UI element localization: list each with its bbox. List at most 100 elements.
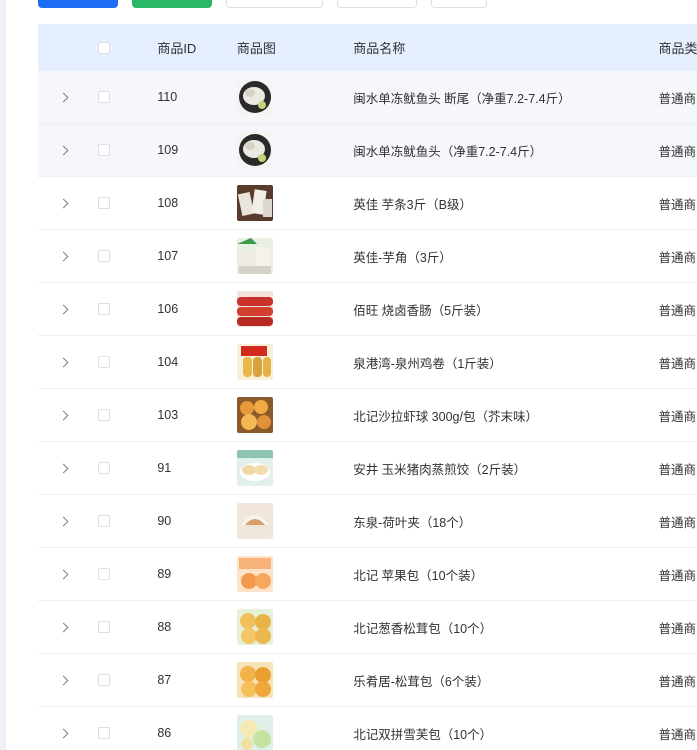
checkbox-cell bbox=[97, 621, 158, 633]
table-row[interactable]: 108 英佳 芋条3斤（B级） 普通商 bbox=[38, 177, 697, 230]
product-type-cell: 普通商 bbox=[658, 303, 696, 318]
table-row[interactable]: 87 乐肴居-松茸包（6个装） 普通商 bbox=[38, 654, 697, 707]
snow-puff-bun-image-icon[interactable] bbox=[236, 715, 273, 750]
primary-action-button[interactable] bbox=[38, 0, 118, 8]
matsutake-bun-image-icon[interactable] bbox=[236, 662, 273, 698]
expand-cell bbox=[38, 251, 98, 261]
row-checkbox[interactable] bbox=[97, 674, 110, 686]
taro-strips-image-icon[interactable] bbox=[236, 185, 273, 221]
product-id-cell: 104 bbox=[157, 355, 179, 369]
table-row[interactable]: 90 东泉-荷叶夹（18个） 普通商 bbox=[38, 495, 697, 548]
select-all-checkbox[interactable] bbox=[97, 41, 110, 54]
toolbar-button-3[interactable] bbox=[431, 0, 487, 8]
row-checkbox[interactable] bbox=[97, 197, 110, 209]
expand-cell bbox=[38, 304, 98, 314]
product-id-cell: 90 bbox=[157, 514, 172, 528]
checkbox-cell bbox=[97, 144, 158, 156]
checkbox-cell bbox=[97, 250, 158, 262]
table-row[interactable]: 107 英佳-芋角（3斤） 普通商 bbox=[38, 230, 697, 283]
table-row[interactable]: 91 安井 玉米猪肉蒸煎饺（2斤装） 普通商 bbox=[38, 442, 697, 495]
row-checkbox[interactable] bbox=[97, 356, 110, 368]
product-id-cell: 106 bbox=[157, 302, 179, 316]
table-row[interactable]: 106 佰旺 烧卤香肠（5斤装） 普通商 bbox=[38, 283, 697, 336]
row-checkbox[interactable] bbox=[97, 621, 110, 633]
header-product-name: 商品名称 bbox=[353, 41, 406, 56]
checkbox-cell bbox=[97, 515, 158, 527]
shrimp-ball-image-icon[interactable] bbox=[236, 397, 273, 433]
table-row[interactable]: 86 北记双拼雪芙包（10个） 普通商 bbox=[38, 707, 697, 750]
checkbox-cell bbox=[97, 303, 158, 315]
product-type-cell: 普通商 bbox=[658, 356, 696, 371]
product-name-cell: 北记葱香松茸包（10个） bbox=[353, 621, 493, 636]
row-checkbox[interactable] bbox=[97, 144, 110, 156]
checkbox-cell bbox=[97, 409, 158, 421]
chevron-right-icon[interactable] bbox=[58, 463, 69, 473]
sausage-image-icon[interactable] bbox=[236, 291, 273, 327]
chevron-right-icon[interactable] bbox=[58, 357, 69, 367]
product-id-cell: 87 bbox=[157, 673, 172, 687]
header-product-id[interactable]: 商品ID bbox=[157, 38, 237, 57]
product-image-cell bbox=[236, 662, 353, 698]
product-name-cell: 北记 苹果包（10个装） bbox=[353, 568, 484, 583]
chicken-roll-image-icon[interactable] bbox=[236, 344, 273, 380]
toolbar-button-2[interactable] bbox=[337, 0, 417, 8]
expand-cell bbox=[38, 92, 98, 102]
chevron-right-icon[interactable] bbox=[58, 145, 69, 155]
checkbox-cell bbox=[97, 91, 158, 103]
table-row[interactable]: 104 泉港湾-泉州鸡卷（1斤装） 普通商 bbox=[38, 336, 697, 389]
product-name-cell: 佰旺 烧卤香肠（5斤装） bbox=[353, 303, 489, 318]
table-row[interactable]: 88 北记葱香松茸包（10个） 普通商 bbox=[38, 601, 697, 654]
table-row[interactable]: 89 北记 苹果包（10个装） 普通商 bbox=[38, 548, 697, 601]
squid-head-image-icon[interactable] bbox=[236, 132, 273, 168]
product-type-cell: 普通商 bbox=[658, 250, 696, 265]
matsutake-bun-image-icon[interactable] bbox=[236, 609, 273, 645]
apple-bun-image-icon[interactable] bbox=[236, 556, 273, 592]
expand-cell bbox=[38, 198, 98, 208]
expand-cell bbox=[38, 410, 98, 420]
taro-corner-image-icon[interactable] bbox=[236, 238, 273, 274]
row-checkbox[interactable] bbox=[97, 515, 110, 527]
squid-head-image-icon[interactable] bbox=[236, 79, 273, 115]
row-checkbox[interactable] bbox=[97, 91, 110, 103]
product-type-cell: 普通商 bbox=[658, 409, 696, 424]
header-product-image: 商品图 bbox=[236, 41, 276, 56]
row-checkbox[interactable] bbox=[97, 250, 110, 262]
product-type-cell: 普通商 bbox=[658, 568, 696, 583]
product-image-cell bbox=[236, 79, 353, 115]
chevron-right-icon[interactable] bbox=[58, 569, 69, 579]
chevron-right-icon[interactable] bbox=[58, 198, 69, 208]
chevron-right-icon[interactable] bbox=[58, 622, 69, 632]
product-image-cell bbox=[236, 715, 353, 750]
chevron-right-icon[interactable] bbox=[58, 251, 69, 261]
row-checkbox[interactable] bbox=[97, 727, 110, 739]
product-id-cell: 88 bbox=[157, 620, 172, 634]
success-action-button[interactable] bbox=[132, 0, 212, 8]
table-row[interactable]: 110 闽水单冻鱿鱼头 断尾（净重7.2-7.4斤） 普通商 bbox=[38, 71, 697, 124]
product-id-cell: 91 bbox=[157, 461, 172, 475]
chevron-right-icon[interactable] bbox=[58, 304, 69, 314]
row-checkbox[interactable] bbox=[97, 462, 110, 474]
table-body: 110 闽水单冻鱿鱼头 断尾（净重7.2-7.4斤） 普通商 109 闽水单冻鱿鱼头（净… bbox=[38, 71, 697, 750]
dumpling-image-icon[interactable] bbox=[236, 450, 273, 486]
chevron-right-icon[interactable] bbox=[58, 728, 69, 738]
row-checkbox[interactable] bbox=[97, 303, 110, 315]
toolbar-button-1[interactable] bbox=[226, 0, 323, 8]
product-type-cell: 普通商 bbox=[658, 727, 696, 742]
product-id-cell: 108 bbox=[157, 196, 179, 210]
table-row[interactable]: 103 北记沙拉虾球 300g/包（芥末味） 普通商 bbox=[38, 389, 697, 442]
header-checkbox-cell bbox=[97, 41, 158, 54]
table-row[interactable]: 109 闽水单冻鱿鱼头（净重7.2-7.4斤） 普通商 bbox=[38, 124, 697, 177]
chevron-right-icon[interactable] bbox=[58, 92, 69, 102]
chevron-right-icon[interactable] bbox=[58, 675, 69, 685]
expand-cell bbox=[38, 622, 98, 632]
product-name-cell: 安井 玉米猪肉蒸煎饺（2斤装） bbox=[353, 462, 527, 477]
row-checkbox[interactable] bbox=[97, 568, 110, 580]
chevron-right-icon[interactable] bbox=[58, 410, 69, 420]
table-header: 商品ID 商品图 商品名称 商品类 bbox=[38, 24, 697, 71]
lotus-bun-image-icon[interactable] bbox=[236, 503, 273, 539]
product-image-cell bbox=[236, 344, 353, 380]
row-checkbox[interactable] bbox=[97, 409, 110, 421]
chevron-right-icon[interactable] bbox=[58, 516, 69, 526]
product-table: 商品ID 商品图 商品名称 商品类 110 闽水单冻鱿鱼头 断尾（净重7.2-7.… bbox=[38, 24, 697, 750]
product-name-cell: 英佳 芋条3斤（B级） bbox=[353, 197, 472, 212]
